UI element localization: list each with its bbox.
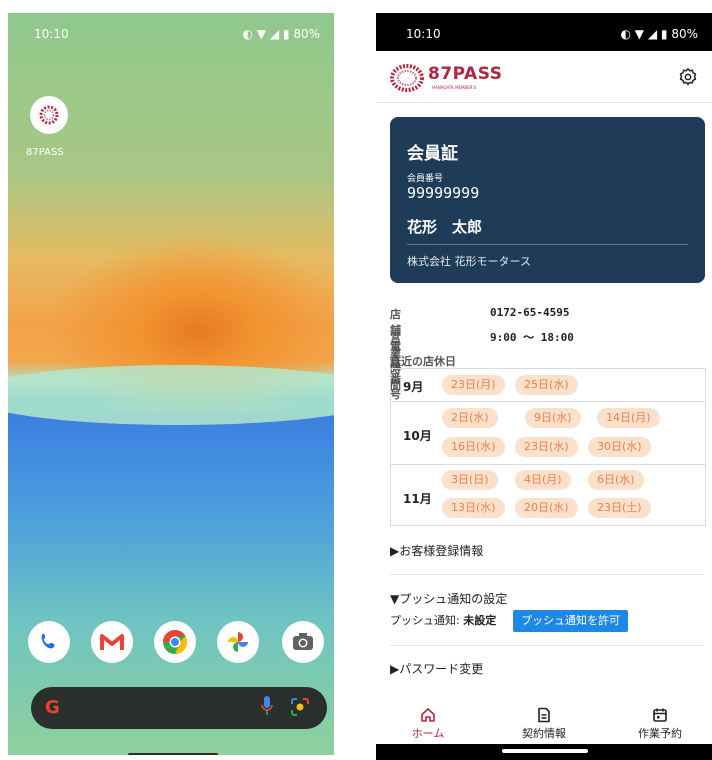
dock [26,621,326,667]
member-number-label: 会員番号 [407,174,444,184]
battery-level: 80% [671,27,698,41]
app-header: 87PASS HANAGATA MEMBER'S [376,51,712,103]
closed-day-chip: 25日(水) [515,375,578,395]
push-settings-toggle[interactable]: ▼プッシュ通知の設定 [390,590,702,607]
google-search-bar[interactable]: G [31,687,327,729]
status-time: 10:10 [34,27,69,41]
battery-level: 80% [293,27,320,41]
tab-home[interactable]: ホーム [378,699,478,741]
card-divider [407,244,688,245]
closed-month: 10月 [403,429,432,443]
wifi-icon: ▼ [256,27,266,41]
app-icon-label: 87PASS [26,147,64,158]
document-icon [538,707,550,723]
screenshot-root: 10:10 ◐ ▼ ◢ ▮ 80% 87PASS G 10:10 ◐ ▼ ◢ ▮… [0,0,712,760]
closed-day-chip: 23日(月) [442,375,505,395]
closed-day-chip: 30日(水) [588,437,651,457]
push-status-value: 未設定 [463,614,497,627]
chrome-icon[interactable] [154,621,196,663]
closed-day-chip: 13日(水) [442,498,505,518]
member-name: 花形 太郎 [407,218,483,236]
closed-day-chip: 3日(日) [442,470,498,490]
camera-icon[interactable] [282,621,324,663]
gmail-icon[interactable] [91,621,133,663]
lens-icon[interactable] [289,696,311,718]
member-company: 株式会社 花形モータース [407,255,531,268]
bottom-tab-bar: ホーム 契約情報 作業予約 [376,699,712,743]
closed-days-row: 10月 2日(水) 9日(水) 14日(月) 16日(水) 23日(水) 30日… [391,402,705,465]
gesture-nav-pill[interactable] [128,753,218,755]
wifi-icon: ▼ [634,27,644,41]
brand-subtitle: HANAGATA MEMBER'S [432,85,477,90]
brand-logo-icon [390,64,424,92]
member-card: 会員証 会員番号 99999999 花形 太郎 株式会社 花形モータース [390,117,705,283]
section-divider [390,574,704,575]
google-logo-icon: G [45,697,60,718]
status-bar-app: 10:10 ◐ ▼ ◢ ▮ 80% [376,13,712,51]
gesture-nav-pill[interactable] [502,749,588,753]
vibrate-icon: ◐ [242,27,253,41]
member-number: 99999999 [407,184,480,202]
app-logo-icon [30,96,68,134]
push-status-label: プッシュ通知: [390,614,460,627]
status-time: 10:10 [406,27,441,41]
vibrate-icon: ◐ [620,27,631,41]
battery-icon: ▮ [282,27,290,41]
store-phone-value[interactable]: 0172-65-4595 [490,306,569,319]
closed-days-row: 9月 23日(月) 25日(水) [391,369,705,402]
home-icon [421,708,435,722]
signal-icon: ◢ [647,27,658,41]
closed-day-chip: 14日(月) [597,408,660,428]
tab-home-label: ホーム [411,727,445,740]
closed-days-title: 直近の店休日 [390,355,456,368]
closed-day-chip: 2日(水) [442,408,498,428]
tab-reservation[interactable]: 作業予約 [610,699,710,741]
app-screen: 10:10 ◐ ▼ ◢ ▮ 80% 87PASS HANAGATA MEMBER… [376,13,712,760]
tab-reservation-label: 作業予約 [638,727,682,740]
status-bar-home: 10:10 ◐ ▼ ◢ ▮ 80% [8,13,334,53]
closed-day-chip: 6日(水) [588,470,644,490]
allow-push-button[interactable]: プッシュ通知を許可 [513,610,628,632]
customer-info-toggle[interactable]: ▶お客様登録情報 [390,542,702,559]
battery-icon: ▮ [660,27,668,41]
tab-contract-label: 契約情報 [522,727,566,740]
store-hours-value: 9:00 ～ 18:00 [490,331,574,344]
password-change-toggle[interactable]: ▶パスワード変更 [390,660,702,677]
status-icons: ◐ ▼ ◢ ▮ 80% [242,27,320,41]
photos-icon[interactable] [217,621,259,663]
app-icon-87pass[interactable]: 87PASS [26,96,74,158]
home-screen: 10:10 ◐ ▼ ◢ ▮ 80% 87PASS G [8,13,334,755]
phone-icon[interactable] [28,621,70,663]
wallpaper-wave [8,365,334,425]
closed-month: 9月 [403,380,424,394]
signal-icon: ◢ [269,27,280,41]
mic-icon[interactable] [261,696,273,716]
closed-day-chip: 9日(水) [525,408,581,428]
closed-days-row: 11月 3日(日) 4日(月) 6日(水) 13日(水) 20日(水) 23日(… [391,465,705,527]
brand-name: 87PASS [428,64,503,84]
closed-day-chip: 20日(水) [515,498,578,518]
status-icons: ◐ ▼ ◢ ▮ 80% [620,27,698,41]
closed-day-chip: 23日(土) [588,498,651,518]
closed-day-chip: 4日(月) [515,470,571,490]
calendar-icon [653,708,667,722]
push-status-row: プッシュ通知: 未設定 [390,612,496,628]
section-divider [390,645,704,646]
closed-month: 11月 [403,492,432,506]
closed-days-table: 9月 23日(月) 25日(水) 10月 2日(水) 9日(水) 14日(月) … [390,368,706,526]
system-nav-bar [376,744,712,760]
closed-day-chip: 23日(水) [515,437,578,457]
member-card-title: 会員証 [407,144,458,164]
tab-contract[interactable]: 契約情報 [494,699,594,741]
closed-day-chip: 16日(水) [442,437,505,457]
settings-gear-icon[interactable] [678,67,698,87]
